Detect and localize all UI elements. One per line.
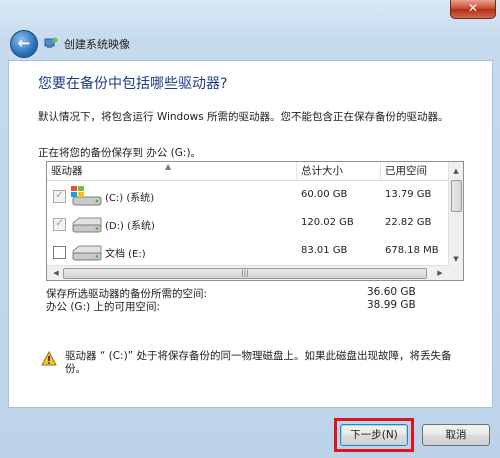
scroll-down-icon[interactable]: ▼ bbox=[449, 252, 463, 266]
next-button-highlight bbox=[334, 418, 414, 452]
sort-arrow-icon: ▲ bbox=[165, 162, 172, 171]
navigation-bar: ← 创建系统映像 bbox=[8, 28, 492, 58]
back-button[interactable]: ← bbox=[10, 30, 38, 58]
main-panel: 您要在备份中包括哪些驱动器? 默认情况下，将包含运行 Windows 所需的驱动… bbox=[8, 60, 493, 408]
scroll-left-icon[interactable]: ◀ bbox=[49, 266, 63, 280]
backup-app-icon bbox=[44, 37, 58, 48]
drive-checkbox: ✓ bbox=[53, 218, 66, 231]
table-row[interactable]: 文档 (E:) 83.01 GB 678.18 MB bbox=[47, 238, 449, 266]
drive-total-size: 83.01 GB bbox=[301, 245, 348, 256]
cancel-button[interactable]: 取消 bbox=[422, 424, 490, 446]
save-location-text: 正在将您的备份保存到 办公 (G:)。 bbox=[38, 147, 202, 159]
drive-checkbox[interactable] bbox=[53, 246, 66, 259]
window-title: 创建系统映像 bbox=[64, 38, 130, 51]
warning-icon bbox=[41, 351, 57, 366]
vertical-scroll-thumb[interactable] bbox=[451, 180, 462, 212]
dialog-window: ✕ ← 创建系统映像 您要在备份中包括哪些驱动器? 默认情况下，将包含运行 Wi… bbox=[0, 0, 500, 458]
drive-name: 文档 (E:) bbox=[105, 249, 146, 260]
scroll-up-icon[interactable]: ▲ bbox=[449, 164, 463, 178]
description-text: 默认情况下，将包含运行 Windows 所需的驱动器。您不能包含正在保存备份的驱… bbox=[38, 111, 449, 123]
hard-drive-icon bbox=[69, 213, 103, 235]
horizontal-scrollbar[interactable]: ◀ ||| ▶ bbox=[47, 265, 449, 280]
table-row[interactable]: ✓ (D:) (系统) 120.02 GB 22.82 GB bbox=[47, 210, 449, 238]
drive-name: (C:) (系统) bbox=[105, 193, 155, 204]
table-row[interactable]: ✓ (C:) (系统) 60.00 GB 13.79 GB bbox=[47, 182, 449, 210]
table-header: 驱动器 ▲ 总计大小 已用空间 bbox=[47, 162, 449, 181]
drive-list[interactable]: 驱动器 ▲ 总计大小 已用空间 ✓ (C:) (系统) 60.00 GB 13.79 … bbox=[46, 161, 464, 281]
drive-total-size: 60.00 GB bbox=[301, 189, 348, 200]
warning-text: 驱动器 “ (C:)” 处于将保存备份的同一物理磁盘上。如果此磁盘出现故障，将丢… bbox=[65, 350, 452, 375]
column-header-used-space[interactable]: 已用空间 bbox=[381, 162, 449, 180]
drive-name: (D:) (系统) bbox=[105, 221, 155, 232]
column-header-total-size[interactable]: 总计大小 bbox=[297, 162, 381, 180]
back-arrow-icon: ← bbox=[17, 34, 31, 52]
drive-total-size: 120.02 GB bbox=[301, 217, 354, 228]
hard-drive-icon bbox=[69, 241, 103, 263]
available-space-value: 38.99 GB bbox=[367, 299, 416, 311]
drive-used-space: 678.18 MB bbox=[385, 245, 439, 256]
close-button[interactable]: ✕ bbox=[450, 0, 496, 19]
column-header-drive[interactable]: 驱动器 ▲ bbox=[47, 162, 297, 180]
drive-used-space: 22.82 GB bbox=[385, 217, 432, 228]
drive-used-space: 13.79 GB bbox=[385, 189, 432, 200]
drive-checkbox: ✓ bbox=[53, 190, 66, 203]
windows-drive-icon bbox=[69, 185, 103, 207]
page-heading: 您要在备份中包括哪些驱动器? bbox=[38, 76, 228, 92]
horizontal-scroll-thumb[interactable]: ||| bbox=[63, 268, 427, 279]
vertical-scrollbar[interactable]: ▲ ▼ bbox=[448, 162, 463, 266]
scrollbar-corner bbox=[449, 266, 463, 280]
available-space-label: 办公 (G:) 上的可用空间: bbox=[46, 301, 161, 313]
scroll-right-icon[interactable]: ▶ bbox=[433, 266, 447, 280]
required-space-value: 36.60 GB bbox=[367, 286, 416, 298]
